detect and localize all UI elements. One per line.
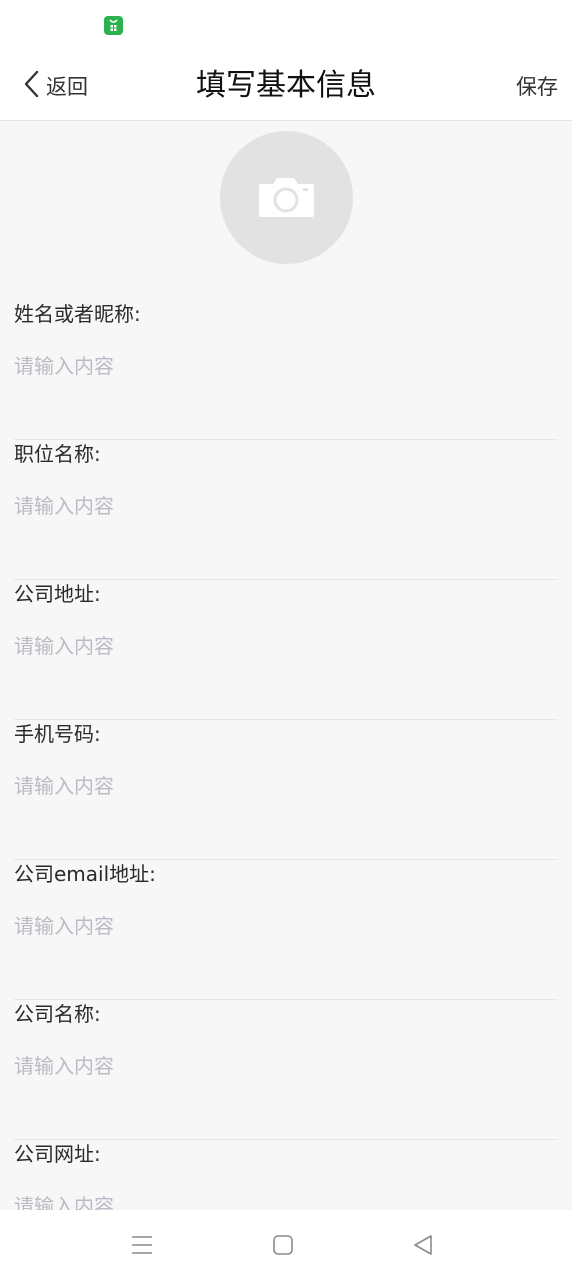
field-label: 公司名称: <box>14 1002 101 1026</box>
field-company-email: 公司email地址: <box>14 860 558 1000</box>
name-input[interactable] <box>14 346 554 386</box>
job-title-input[interactable] <box>14 486 554 526</box>
field-label: 公司地址: <box>14 582 101 606</box>
field-label: 职位名称: <box>14 442 101 466</box>
company-address-input[interactable] <box>14 626 554 666</box>
header-bar: 返回 填写基本信息 保存 <box>0 52 572 121</box>
phone-input[interactable] <box>14 766 554 806</box>
field-label: 手机号码: <box>14 722 101 746</box>
field-job-title: 职位名称: <box>14 440 558 580</box>
system-nav-bar <box>0 1210 572 1280</box>
field-name: 姓名或者昵称: <box>14 300 558 440</box>
field-label: 公司网址: <box>14 1142 101 1166</box>
menu-icon[interactable] <box>131 1234 153 1260</box>
field-label: 公司email地址: <box>14 862 156 886</box>
page-title: 填写基本信息 <box>196 68 376 103</box>
field-company-name: 公司名称: <box>14 1000 558 1140</box>
company-email-input[interactable] <box>14 906 554 946</box>
avatar-upload[interactable] <box>220 131 353 264</box>
field-company-address: 公司地址: <box>14 580 558 720</box>
home-icon[interactable] <box>272 1234 294 1260</box>
field-label: 姓名或者昵称: <box>14 302 141 326</box>
app-notification-icon <box>104 16 123 35</box>
save-button[interactable]: 保存 <box>516 72 558 102</box>
company-name-input[interactable] <box>14 1046 554 1086</box>
field-phone: 手机号码: <box>14 720 558 860</box>
back-triangle-icon[interactable] <box>412 1234 434 1260</box>
status-bar <box>0 0 572 52</box>
